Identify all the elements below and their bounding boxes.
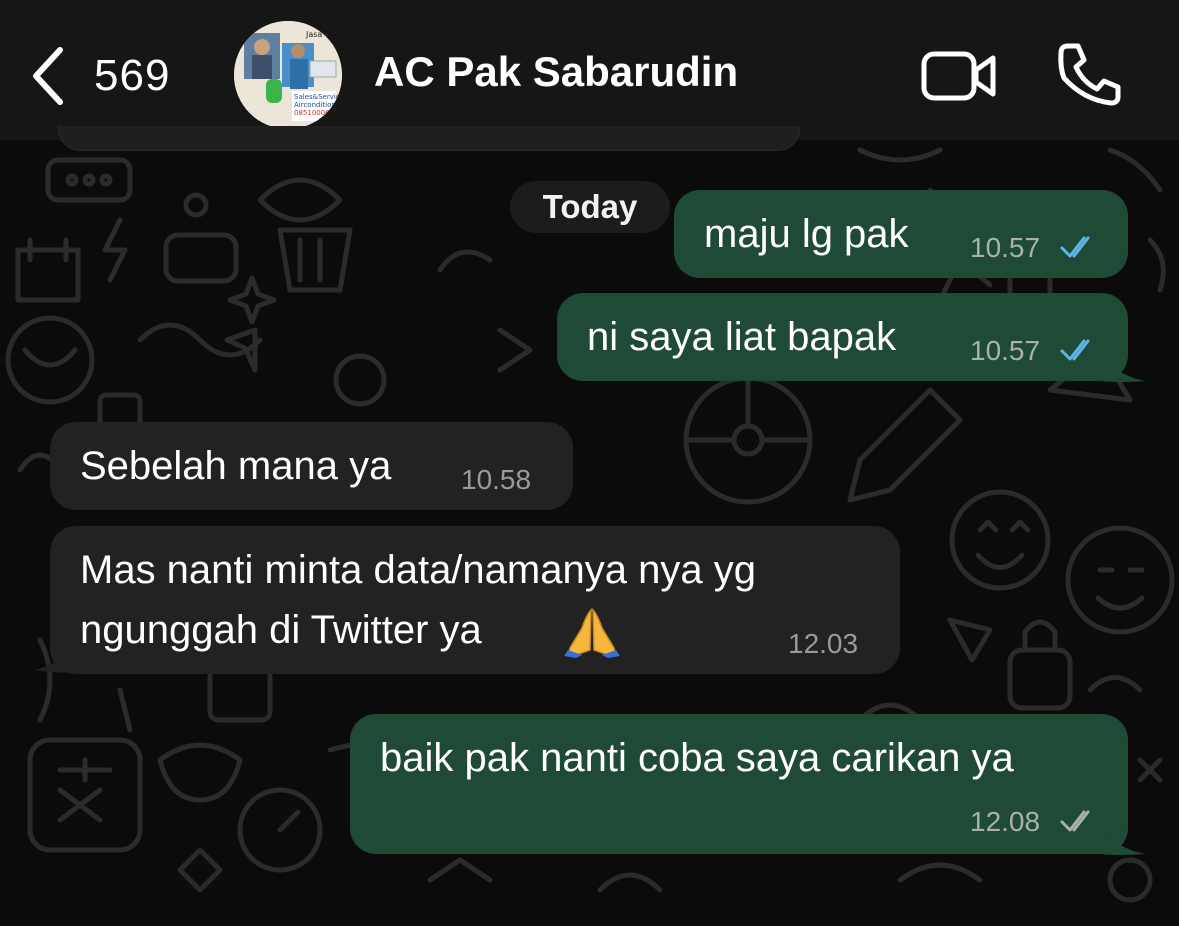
avatar-text-2: Sales&Service <box>294 93 342 101</box>
message-bubble-outgoing[interactable]: ni saya liat bapak 10.57 <box>557 293 1128 381</box>
avatar-text-3: Airconditioner <box>294 101 342 109</box>
double-check-icon <box>1060 810 1090 832</box>
back-chevron-icon <box>33 47 63 105</box>
date-separator: Today <box>510 181 670 233</box>
message-text: baik pak nanti coba saya carikan ya <box>380 736 1014 780</box>
message-text: maju lg pak <box>704 212 909 256</box>
contact-name[interactable]: AC Pak Sabarudin <box>374 48 738 96</box>
previous-message-bubble <box>58 126 800 151</box>
message-time: 10.57 <box>970 232 1041 263</box>
video-call-button[interactable] <box>920 48 998 104</box>
bubble-tail <box>1100 818 1146 855</box>
message-text-line-2: ngunggah di Twitter ya <box>80 608 482 652</box>
bubble-tail <box>34 632 80 673</box>
message-bubble-incoming[interactable]: Mas nanti minta data/namanya nya yg ngun… <box>50 526 900 674</box>
message-time: 10.57 <box>970 335 1041 366</box>
video-call-icon <box>921 51 996 101</box>
message-time: 12.03 <box>788 628 859 659</box>
avatar-image: Jasa Teknik Sales&Service Airconditioner… <box>234 21 342 129</box>
message-time: 10.58 <box>461 464 532 495</box>
unread-chats-count: 569 <box>94 51 171 100</box>
message-text: ni saya liat bapak <box>587 315 897 359</box>
back-button[interactable]: 569 <box>22 38 170 114</box>
phone-call-icon <box>1058 43 1121 106</box>
message-time: 12.08 <box>970 806 1041 837</box>
double-check-icon <box>1060 236 1090 258</box>
double-check-icon <box>1060 339 1090 361</box>
message-bubble-outgoing[interactable]: baik pak nanti coba saya carikan ya 12.0… <box>350 714 1128 854</box>
contact-avatar[interactable]: Jasa Teknik Sales&Service Airconditioner… <box>234 21 342 129</box>
chat-header: 569 Jasa Teknik Sales&Service Airconditi… <box>0 0 1179 140</box>
message-text: Sebelah mana ya <box>80 444 392 488</box>
voice-call-button[interactable] <box>1054 40 1124 110</box>
bubble-tail <box>1100 345 1146 382</box>
folded-hands-emoji <box>564 608 620 658</box>
avatar-text-1: Jasa Teknik <box>305 30 342 39</box>
message-bubble-outgoing[interactable]: maju lg pak 10.57 <box>674 190 1128 278</box>
message-text-line-1: Mas nanti minta data/namanya nya yg <box>80 548 756 592</box>
avatar-text-4: 085100067… <box>294 109 341 117</box>
message-bubble-incoming[interactable]: Sebelah mana ya 10.58 <box>50 422 573 510</box>
